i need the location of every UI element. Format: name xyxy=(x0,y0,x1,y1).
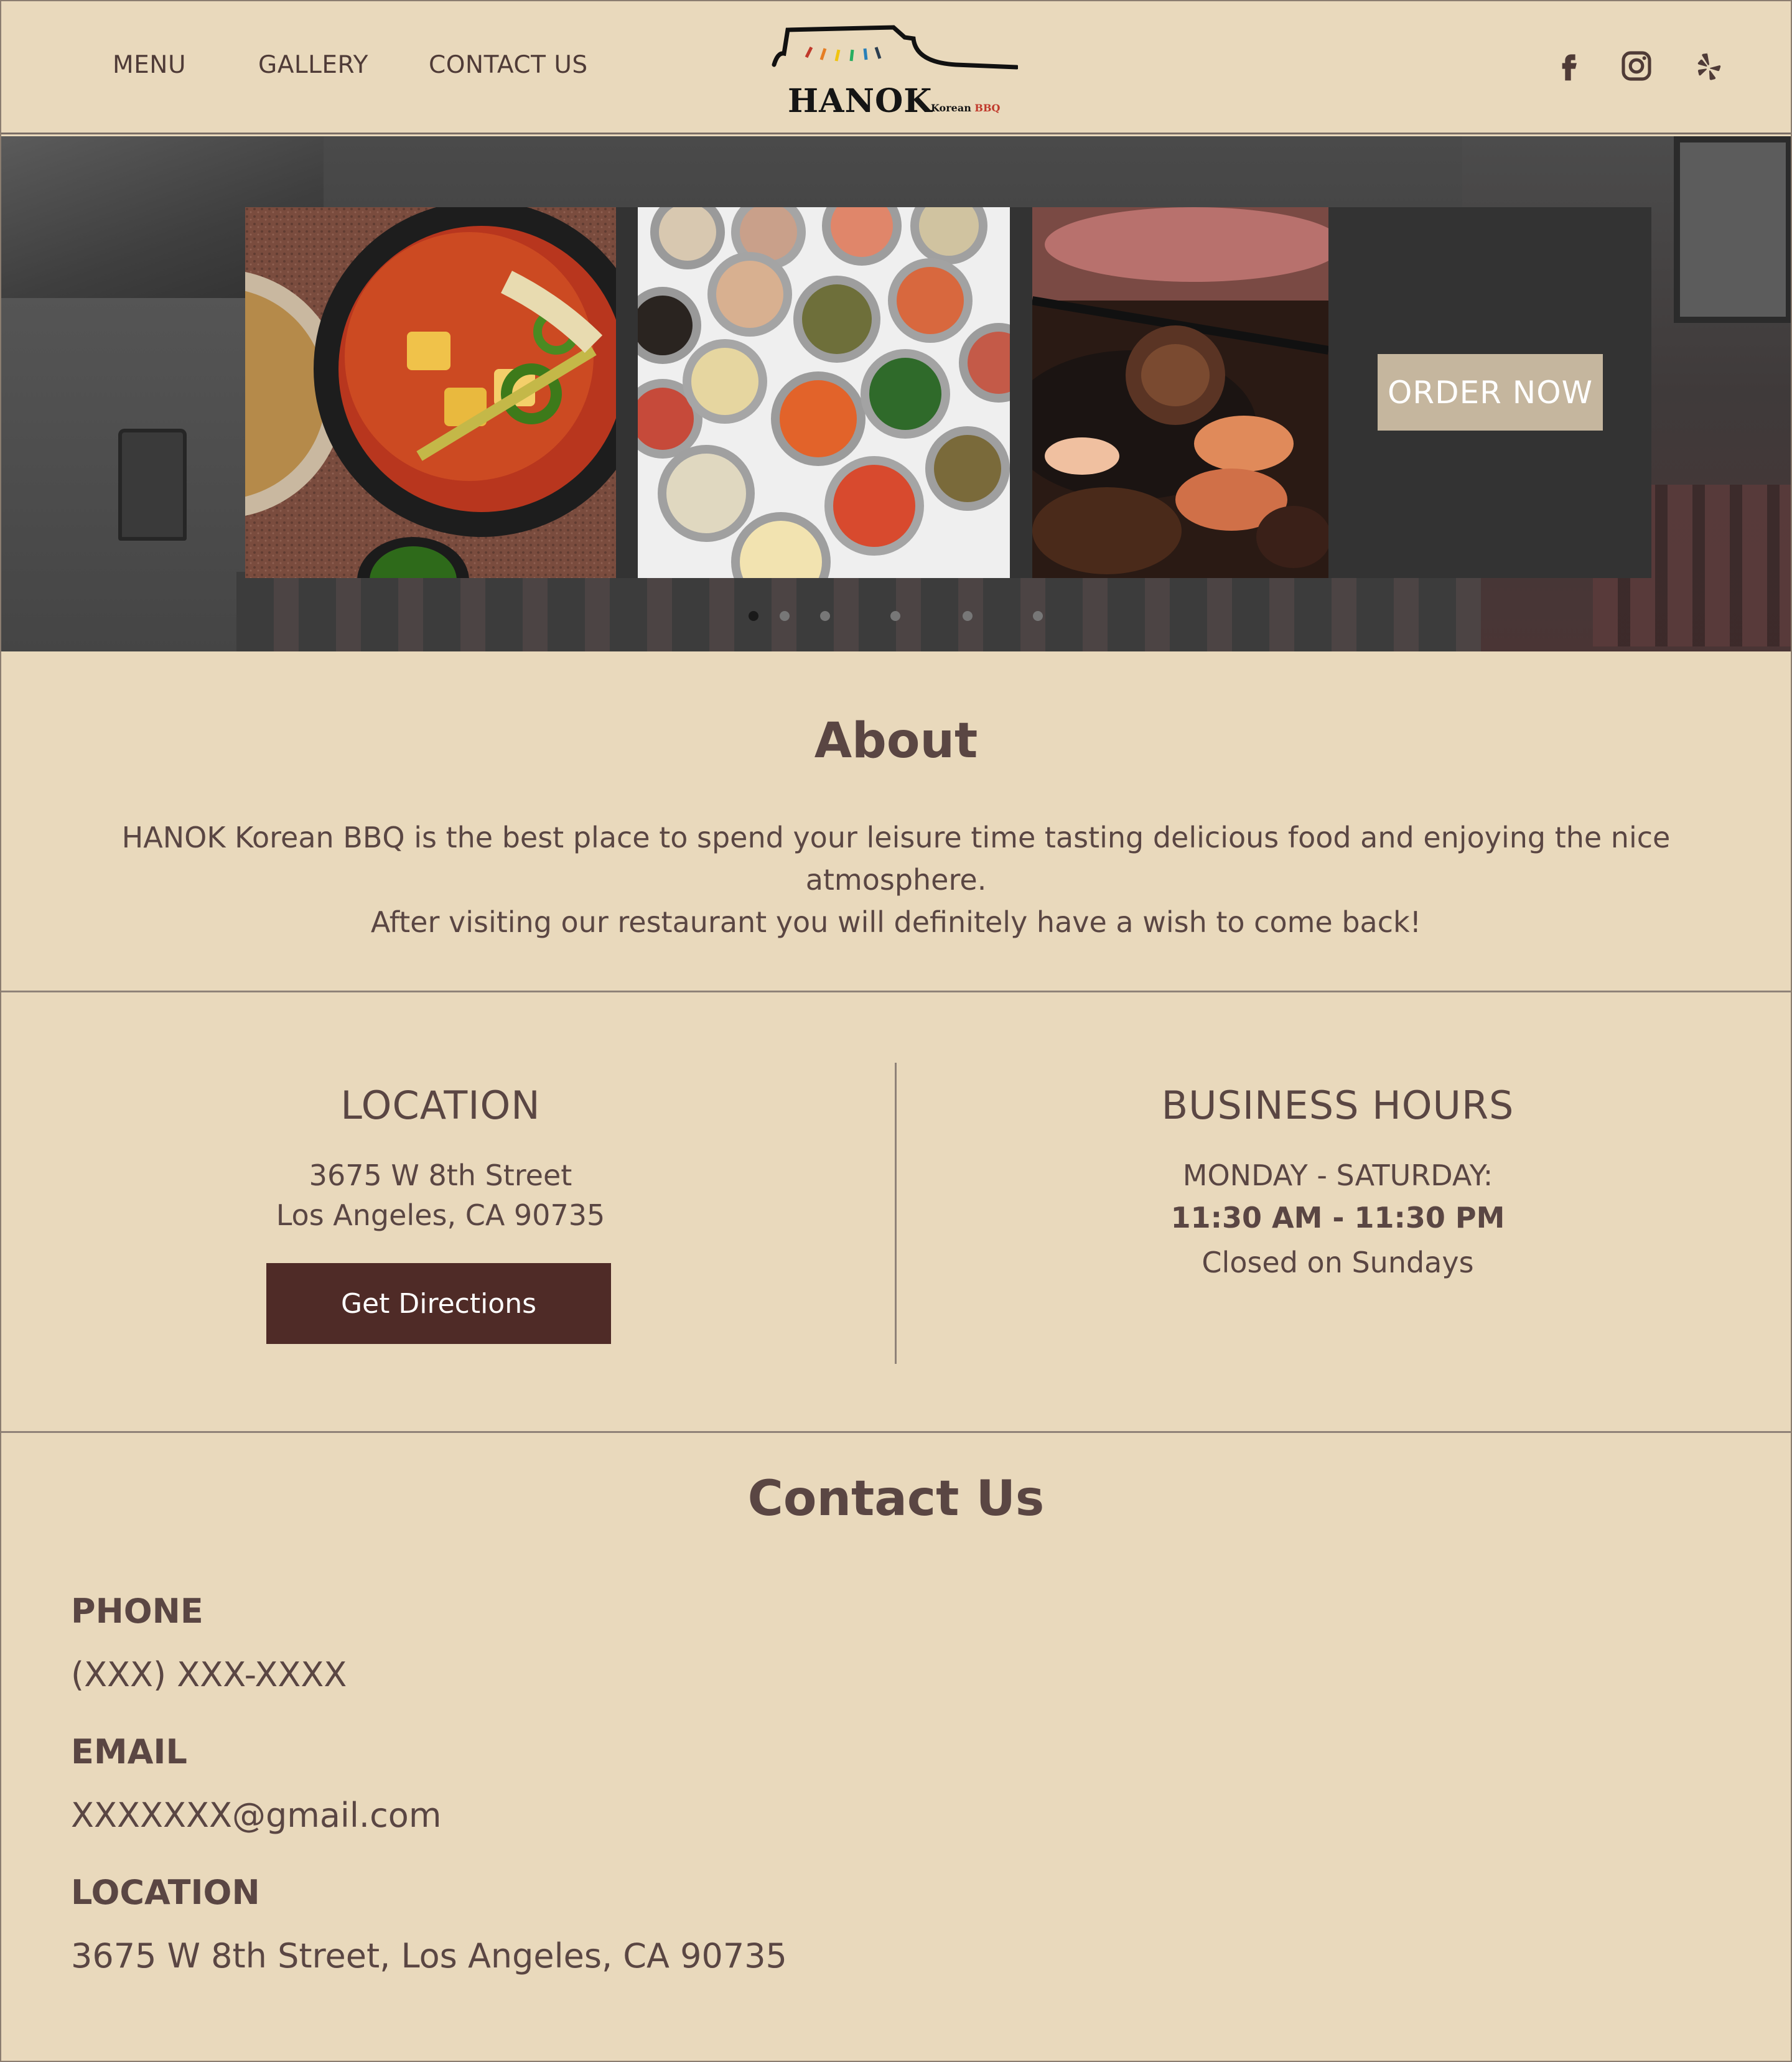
section-divider xyxy=(0,1431,1792,1433)
get-directions-button[interactable]: Get Directions xyxy=(266,1263,611,1344)
hero-background-street xyxy=(236,572,1481,651)
contact-title: Contact Us xyxy=(747,1471,1045,1527)
lantern-icon xyxy=(118,429,187,541)
hero-background-window xyxy=(1674,136,1792,323)
logo-subtitle: Korean BBQ xyxy=(931,102,1000,114)
hours-closed: Closed on Sundays xyxy=(1202,1246,1474,1279)
about-line-1: HANOK Korean BBQ is the best place to sp… xyxy=(121,821,1671,897)
slider-dot[interactable] xyxy=(780,611,790,621)
location-title: LOCATION xyxy=(340,1083,541,1128)
logo-sub-korean: Korean xyxy=(931,102,971,114)
slider-dot[interactable] xyxy=(1033,611,1043,621)
banchan-side-dishes-photo[interactable] xyxy=(638,207,1010,578)
logo-name: HANOK xyxy=(788,82,933,120)
slider-dot[interactable] xyxy=(963,611,973,621)
logo-sub-bbq: BBQ xyxy=(974,102,1001,114)
facebook-icon[interactable] xyxy=(1551,49,1585,83)
slider-dot[interactable] xyxy=(749,611,758,621)
section-divider xyxy=(0,991,1792,992)
yelp-icon[interactable] xyxy=(1691,49,1726,83)
hanok-logo[interactable]: HANOK Korean BBQ xyxy=(769,22,1019,122)
phone-value[interactable]: (XXX) XXX-XXXX xyxy=(71,1655,347,1694)
kimchi-stew-photo[interactable] xyxy=(245,207,616,578)
business-hours-title: BUSINESS HOURS xyxy=(1161,1083,1514,1128)
hours-time: 11:30 AM - 11:30 PM xyxy=(1170,1201,1505,1234)
column-divider xyxy=(895,1063,897,1364)
slider-dot[interactable] xyxy=(890,611,900,621)
location-city: Los Angeles, CA 90735 xyxy=(276,1198,605,1232)
about-description: HANOK Korean BBQ is the best place to sp… xyxy=(62,816,1730,943)
roof-logo-icon xyxy=(772,25,1019,70)
contact-location-value: 3675 W 8th Street, Los Angeles, CA 90735 xyxy=(71,1936,787,1976)
email-value[interactable]: XXXXXXX@gmail.com xyxy=(71,1796,441,1835)
nav-menu[interactable]: MENU xyxy=(113,51,186,79)
order-now-button[interactable]: ORDER NOW xyxy=(1378,354,1603,431)
email-label: EMAIL xyxy=(71,1732,187,1771)
about-title: About xyxy=(814,713,978,769)
hours-days: MONDAY - SATURDAY: xyxy=(1182,1159,1493,1192)
slider-dot[interactable] xyxy=(820,611,830,621)
phone-label: PHONE xyxy=(71,1592,203,1631)
location-street: 3675 W 8th Street xyxy=(309,1159,572,1192)
nav-gallery[interactable]: GALLERY xyxy=(258,51,368,79)
about-line-2: After visiting our restaurant you will d… xyxy=(370,905,1422,939)
grilled-bbq-meat-photo[interactable] xyxy=(1032,207,1328,578)
site-header: MENU GALLERY CONTACT US HANOK Korean BBQ xyxy=(0,0,1792,134)
hero-banner: ORDER NOW xyxy=(0,136,1792,651)
contact-location-label: LOCATION xyxy=(71,1873,260,1912)
nav-contact-us[interactable]: CONTACT US xyxy=(429,51,588,79)
instagram-icon[interactable] xyxy=(1619,49,1654,83)
